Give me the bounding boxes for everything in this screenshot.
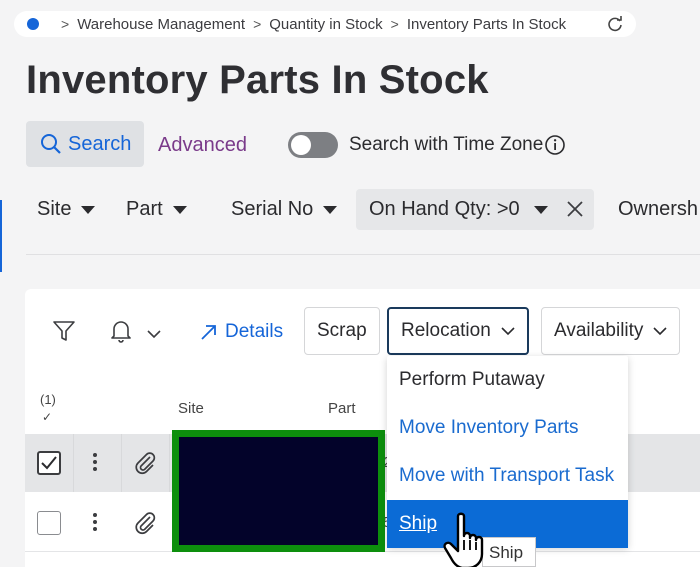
breadcrumb-item-quantity-in-stock[interactable]: Quantity in Stock xyxy=(269,16,382,33)
chevron-right-icon: > xyxy=(390,16,399,32)
chevron-down-icon[interactable] xyxy=(147,329,161,339)
cell-divider xyxy=(121,434,122,492)
breadcrumb-item-inventory-parts: Inventory Parts In Stock xyxy=(406,15,567,33)
toggle-knob xyxy=(291,135,311,155)
availability-label: Availability xyxy=(554,320,644,341)
chevron-right-icon: > xyxy=(61,16,70,32)
bell-icon[interactable] xyxy=(110,319,132,343)
caret-down-icon xyxy=(81,205,96,214)
breadcrumb: > Warehouse Management > Quantity in Sto… xyxy=(14,11,636,37)
filter-funnel-icon[interactable] xyxy=(52,319,76,343)
external-arrow-icon xyxy=(201,325,216,340)
relocation-label: Relocation xyxy=(401,320,491,341)
chevron-down-icon xyxy=(653,327,667,336)
column-header-part[interactable]: Part xyxy=(328,400,356,417)
home-dot-icon[interactable] xyxy=(27,18,39,30)
divider xyxy=(26,254,700,255)
relocation-button[interactable]: Relocation xyxy=(387,307,529,355)
cell-divider xyxy=(73,434,74,492)
relocation-menu: Perform Putaway Move Inventory Parts Mov… xyxy=(387,356,628,548)
paperclip-icon[interactable] xyxy=(134,451,158,475)
filter-serial-no[interactable]: Serial No xyxy=(231,198,338,221)
scrap-label: Scrap xyxy=(317,320,367,341)
chevron-down-icon xyxy=(501,327,515,336)
checkmark-icon xyxy=(41,456,57,470)
row-checkbox[interactable] xyxy=(37,451,61,475)
filter-on-hand-qty[interactable]: On Hand Qty: >0 xyxy=(356,189,594,230)
navigation-accent-bar xyxy=(0,200,2,272)
scrap-button[interactable]: Scrap xyxy=(304,307,380,355)
close-icon[interactable] xyxy=(564,198,586,220)
select-all-check-icon[interactable]: ✓ xyxy=(42,410,52,424)
filter-part-label: Part xyxy=(126,198,163,220)
column-header-site[interactable]: Site xyxy=(178,400,204,417)
kebab-menu-icon[interactable] xyxy=(93,513,97,534)
redacted-region xyxy=(172,430,385,552)
kebab-menu-icon[interactable] xyxy=(93,453,97,474)
info-icon[interactable] xyxy=(544,134,566,156)
search-button-label: Search xyxy=(68,132,132,155)
selected-count: (1) xyxy=(40,392,56,407)
row-checkbox[interactable] xyxy=(37,511,61,535)
breadcrumb-item-warehouse-management[interactable]: Warehouse Management xyxy=(77,16,245,33)
timezone-label: Search with Time Zone xyxy=(349,134,544,155)
filter-ownership-label: Ownersh xyxy=(618,198,699,220)
caret-down-icon xyxy=(533,205,548,214)
filter-site-label: Site xyxy=(37,198,72,220)
cell-divider xyxy=(169,434,170,492)
details-label: Details xyxy=(225,321,284,342)
search-button[interactable]: Search xyxy=(26,121,144,167)
filter-on-hand-label: On Hand Qty: >0 xyxy=(369,198,520,220)
menu-item-perform-putaway[interactable]: Perform Putaway xyxy=(387,356,628,404)
filter-ownership[interactable]: Ownersh xyxy=(618,198,698,221)
menu-item-move-with-transport-task[interactable]: Move with Transport Task xyxy=(387,452,628,500)
details-link[interactable]: Details xyxy=(199,321,283,343)
timezone-toggle[interactable] xyxy=(288,132,338,158)
filter-part[interactable]: Part xyxy=(126,198,187,221)
chevron-right-icon: > xyxy=(253,16,262,32)
search-icon xyxy=(41,134,61,154)
paperclip-icon[interactable] xyxy=(134,511,158,535)
caret-down-icon xyxy=(172,205,187,214)
advanced-search-link[interactable]: Advanced xyxy=(158,134,247,157)
filter-site[interactable]: Site xyxy=(37,198,96,221)
caret-down-icon xyxy=(323,205,338,214)
page-title: Inventory Parts In Stock xyxy=(26,58,489,102)
hand-cursor-icon xyxy=(443,512,484,567)
availability-button[interactable]: Availability xyxy=(541,307,681,355)
menu-item-move-inventory-parts[interactable]: Move Inventory Parts xyxy=(387,404,628,452)
filter-serial-label: Serial No xyxy=(231,198,314,220)
refresh-icon[interactable] xyxy=(606,15,624,33)
